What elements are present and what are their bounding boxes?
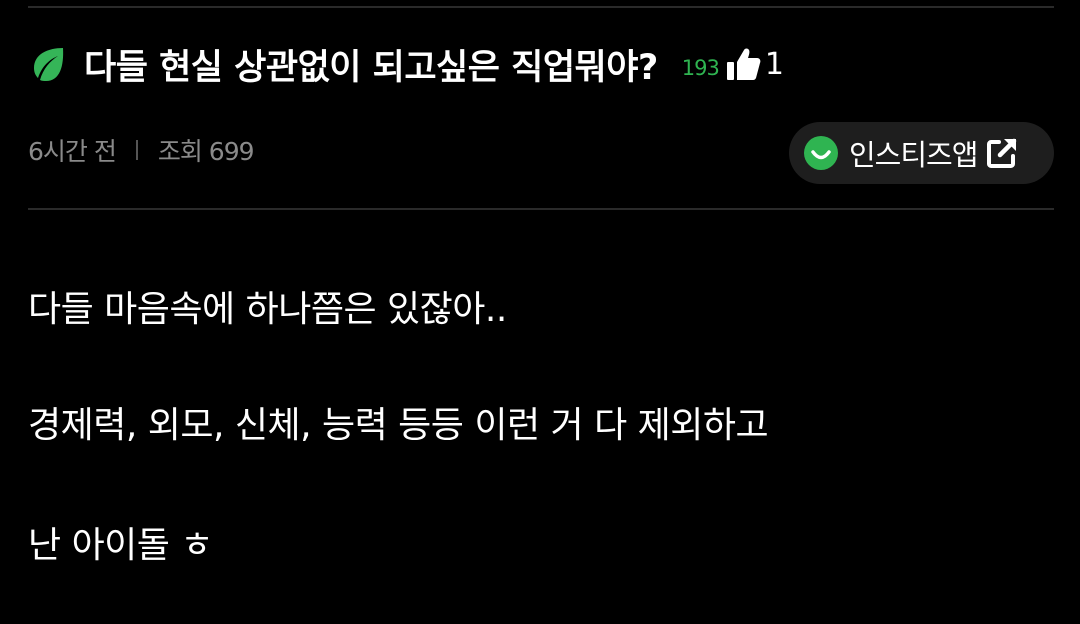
- meta-separator: [135, 140, 138, 160]
- thumbs-up-icon[interactable]: [723, 44, 763, 84]
- post-title[interactable]: 다들 현실 상관없이 되고싶은 직업뭐야?: [84, 39, 658, 90]
- post-body-line: 경제력, 외모, 신체, 능력 등등 이런 거 다 제외하고: [28, 405, 769, 446]
- post-meta: 6시간 전 조회 699: [28, 132, 255, 168]
- post-header: 다들 현실 상관없이 되고싶은 직업뭐야? 193 1: [28, 36, 784, 92]
- view-count: 조회 699: [157, 137, 255, 166]
- leaf-icon: [34, 48, 64, 81]
- app-button-label: 인스티즈앱: [849, 138, 978, 172]
- open-app-button[interactable]: 인스티즈앱: [789, 122, 1054, 184]
- like-count: 193: [681, 56, 720, 80]
- post-body-line: 난 아이돌 ㅎ: [28, 525, 214, 566]
- external-link-icon: [987, 138, 1017, 168]
- post-body-line: 다들 마음속에 하나쯤은 있잖아..: [28, 289, 507, 330]
- smile-icon: [804, 136, 838, 170]
- top-divider: [28, 6, 1054, 8]
- comment-count: 1: [764, 46, 784, 82]
- header-divider: [28, 208, 1054, 210]
- post-time: 6시간 전: [28, 137, 117, 166]
